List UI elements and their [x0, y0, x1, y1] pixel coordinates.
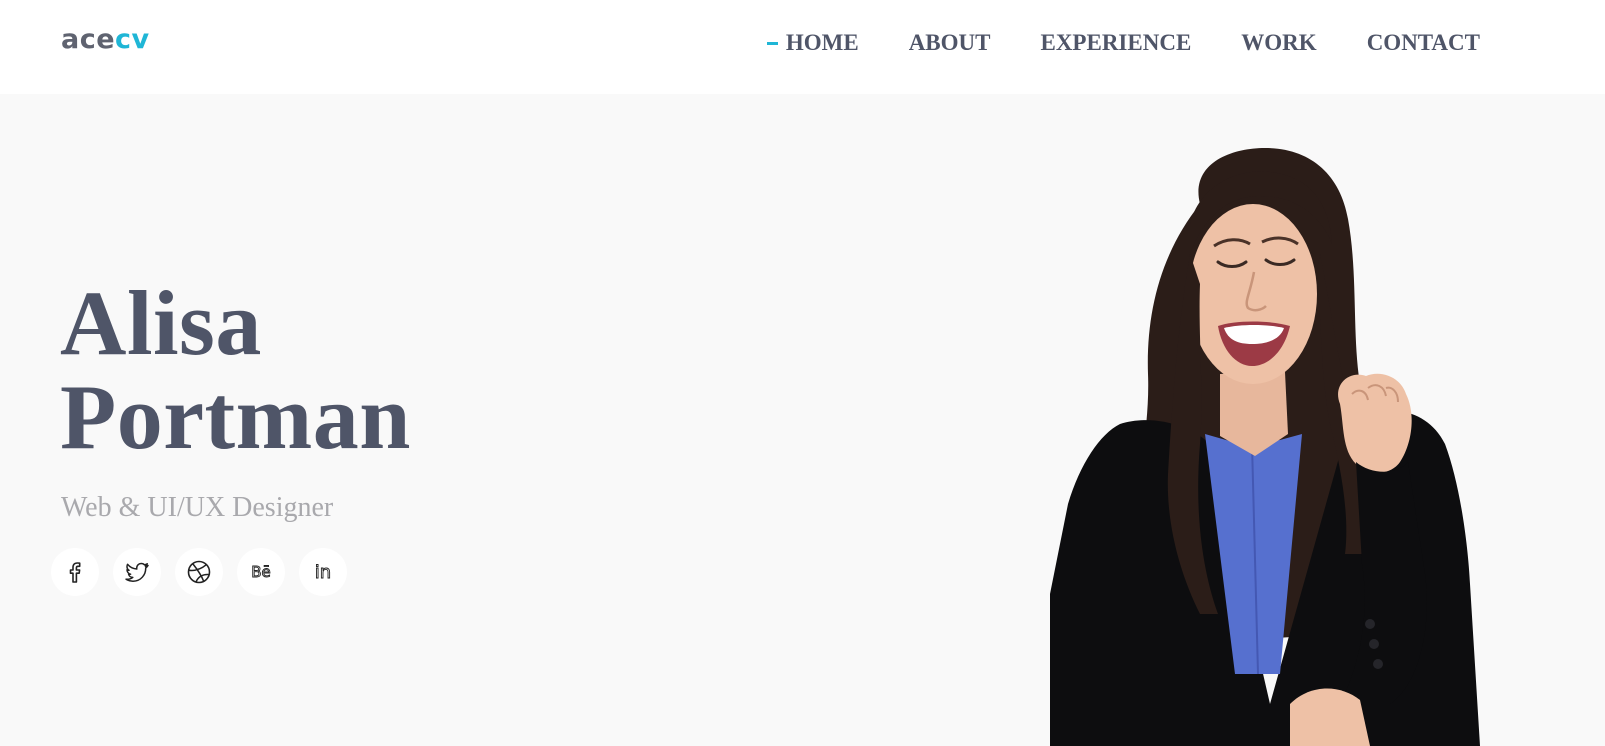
active-indicator [766, 41, 778, 45]
nav-work[interactable]: WORK [1241, 30, 1316, 56]
nav-experience[interactable]: EXPERIENCE [1040, 30, 1191, 56]
svg-text:in: in [315, 562, 331, 583]
name-first: Alisa [60, 272, 262, 374]
behance-icon: Bē [251, 563, 271, 582]
portrait-photo [1050, 148, 1480, 746]
svg-text:Bē: Bē [251, 563, 271, 581]
nav-home[interactable]: HOME [766, 30, 859, 56]
nav-contact[interactable]: CONTACT [1367, 30, 1480, 56]
nav-about-label: ABOUT [908, 30, 991, 55]
nav-work-label: WORK [1241, 30, 1317, 55]
facebook-icon [69, 562, 81, 583]
site-header: acecv HOME ABOUT EXPERIENCE WORK CONTACT [0, 0, 1605, 94]
social-links: Bē in [51, 548, 361, 596]
logo-part-cv: cv [115, 24, 150, 55]
behance-link[interactable]: Bē [237, 548, 285, 596]
facebook-link[interactable] [51, 548, 99, 596]
nav-about[interactable]: ABOUT [909, 30, 991, 56]
logo[interactable]: acecv [61, 24, 150, 56]
name-last: Portman [60, 366, 411, 468]
dribbble-link[interactable] [175, 548, 223, 596]
logo-part-ace: ace [61, 24, 116, 55]
twitter-link[interactable] [113, 548, 161, 596]
job-title: Web & UI/UX Designer [61, 492, 334, 523]
linkedin-link[interactable]: in [299, 548, 347, 596]
hero-section: Alisa Portman Web & UI/UX Designer Bē in [0, 94, 1605, 746]
dribbble-icon [187, 560, 211, 584]
nav-home-label: HOME [785, 30, 859, 55]
main-nav: HOME ABOUT EXPERIENCE WORK CONTACT [766, 28, 1480, 58]
person-name: Alisa Portman [60, 276, 411, 464]
nav-contact-label: CONTACT [1366, 30, 1480, 55]
twitter-icon [125, 562, 149, 582]
linkedin-icon: in [314, 562, 331, 584]
nav-experience-label: EXPERIENCE [1040, 30, 1192, 55]
